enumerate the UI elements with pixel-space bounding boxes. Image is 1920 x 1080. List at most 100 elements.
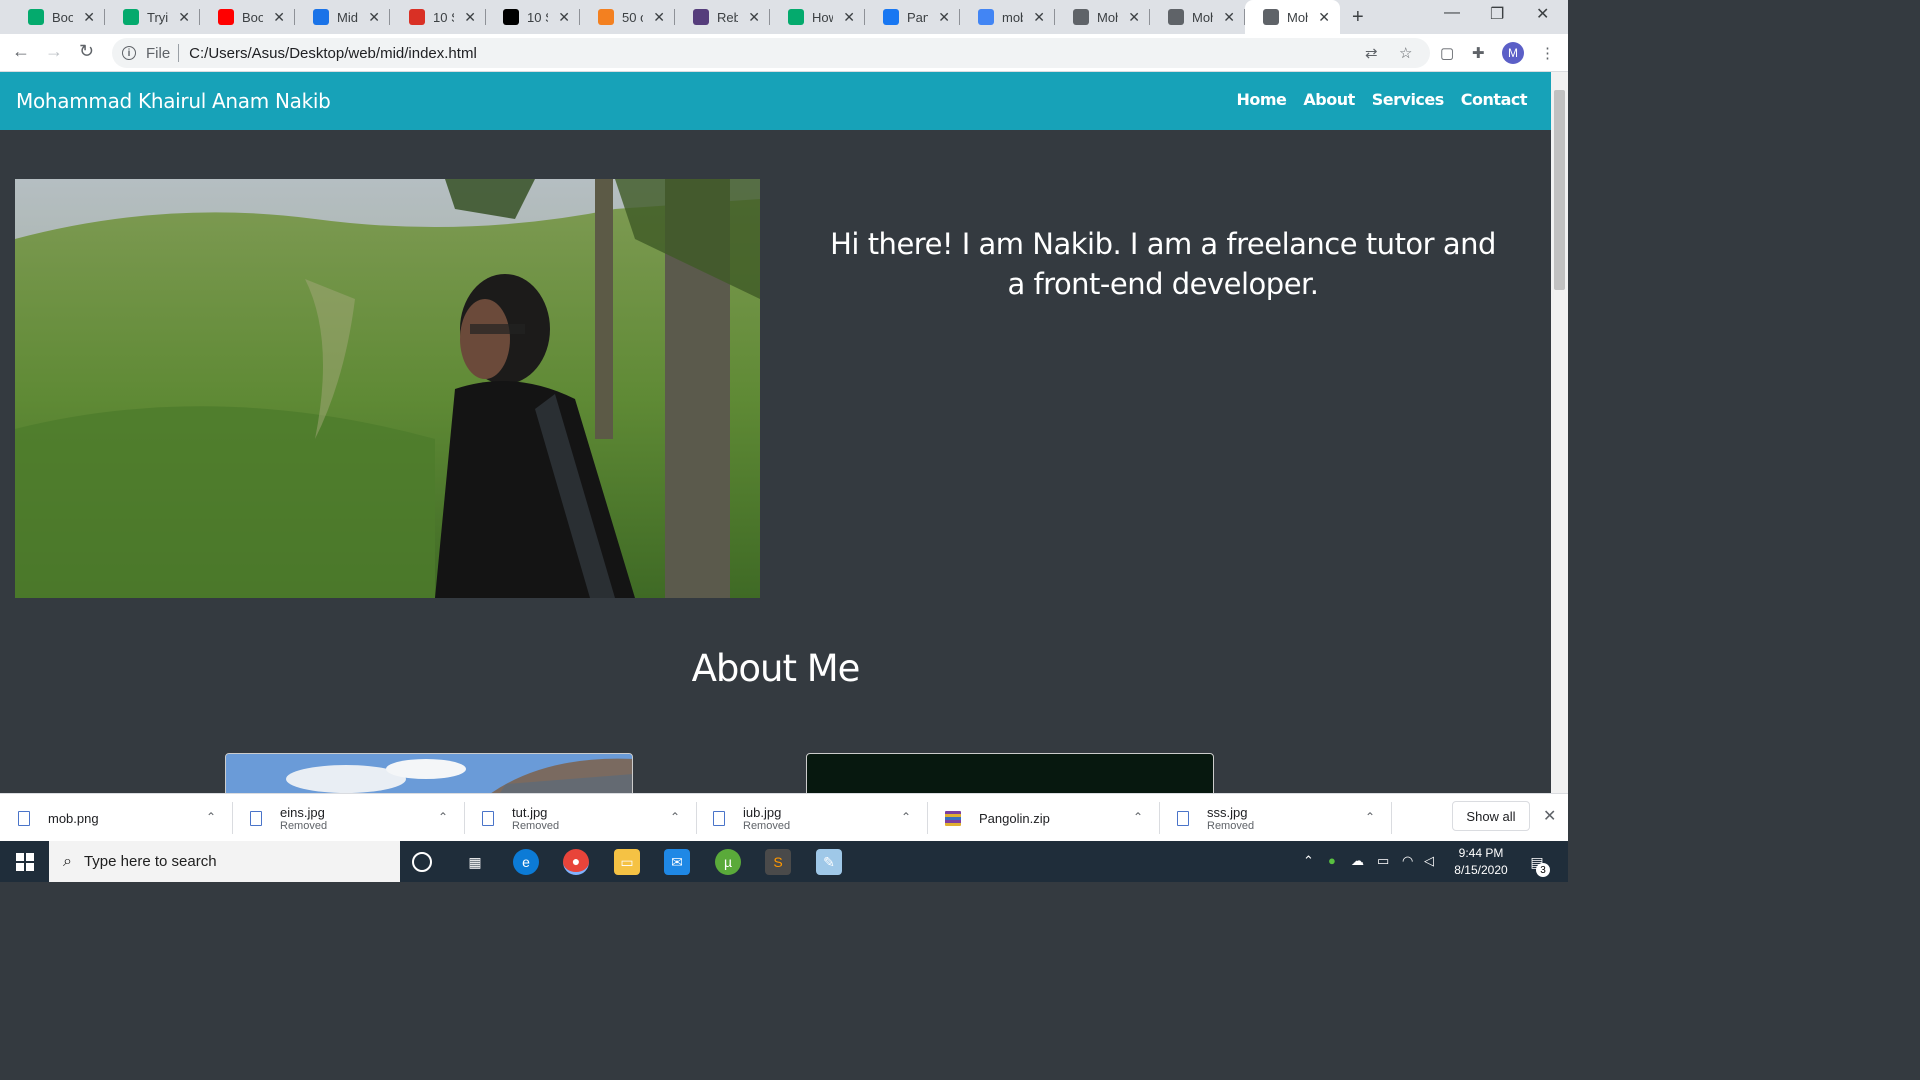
download-item[interactable]: mob.png ⌃ <box>18 794 238 842</box>
close-window-button[interactable]: ✕ <box>1536 4 1549 24</box>
tab-title: 50 of <box>622 9 643 25</box>
nav-link-services[interactable]: Services <box>1372 90 1445 109</box>
browser-tab[interactable]: 50 of ✕ <box>580 0 675 34</box>
chrome-icon[interactable]: ● <box>563 849 589 875</box>
tray-chevron-icon[interactable]: ⌃ <box>1303 853 1314 869</box>
download-item[interactable]: Pangolin.zip ⌃ <box>945 794 1165 842</box>
browser-tab[interactable]: Moha ✕ <box>1055 0 1150 34</box>
browser-tab[interactable]: How ✕ <box>770 0 865 34</box>
browser-tab[interactable]: mobi ✕ <box>960 0 1055 34</box>
download-options-chevron-icon[interactable]: ⌃ <box>670 810 680 824</box>
image-file-icon <box>482 810 494 826</box>
nav-link-contact[interactable]: Contact <box>1461 90 1528 109</box>
close-tab-icon[interactable]: ✕ <box>178 9 190 26</box>
close-tab-icon[interactable]: ✕ <box>1128 9 1140 26</box>
browser-tab[interactable]: Tryit E ✕ <box>105 0 200 34</box>
file-explorer-icon[interactable]: ▭ <box>614 849 640 875</box>
tab-title: Mid T <box>337 9 358 25</box>
wifi-icon[interactable]: ◠ <box>1402 853 1413 869</box>
sublime-text-icon[interactable]: S <box>765 849 791 875</box>
close-tab-icon[interactable]: ✕ <box>748 9 760 26</box>
extensions-puzzle-icon[interactable]: ✚ <box>1472 44 1485 62</box>
paint-icon[interactable]: ✎ <box>816 849 842 875</box>
close-downloads-icon[interactable]: ✕ <box>1543 806 1556 826</box>
forward-arrow-icon[interactable]: → <box>45 41 63 62</box>
download-options-chevron-icon[interactable]: ⌃ <box>206 810 216 824</box>
volume-icon[interactable]: ◁ <box>1424 853 1434 869</box>
browser-tab[interactable]: Mid T ✕ <box>295 0 390 34</box>
close-tab-icon[interactable]: ✕ <box>1318 9 1330 26</box>
page-scrollbar[interactable] <box>1551 72 1568 793</box>
bookmark-star-icon[interactable]: ☆ <box>1399 44 1412 62</box>
close-tab-icon[interactable]: ✕ <box>83 9 95 26</box>
scrollbar-thumb[interactable] <box>1554 90 1565 290</box>
browser-tab[interactable]: Boots ✕ <box>10 0 105 34</box>
download-filename: eins.jpg <box>280 804 325 820</box>
nav-link-home[interactable]: Home <box>1236 90 1286 109</box>
tab-title: How <box>812 9 833 25</box>
w3-icon <box>788 9 804 25</box>
mail-icon[interactable]: ✉ <box>664 849 690 875</box>
download-options-chevron-icon[interactable]: ⌃ <box>1133 810 1143 824</box>
utorrent-icon[interactable]: µ <box>715 849 741 875</box>
browser-tab[interactable]: Boots ✕ <box>200 0 295 34</box>
tab-separator <box>389 9 390 25</box>
browser-tab[interactable]: Rebo ✕ <box>675 0 770 34</box>
download-filename: Pangolin.zip <box>979 810 1050 826</box>
reload-icon[interactable]: ↻ <box>79 41 94 62</box>
nav-link-about[interactable]: About <box>1303 90 1355 109</box>
close-tab-icon[interactable]: ✕ <box>938 9 950 26</box>
back-arrow-icon[interactable]: ← <box>12 41 30 62</box>
browser-tab[interactable]: Moha ✕ <box>1150 0 1245 34</box>
close-tab-icon[interactable]: ✕ <box>843 9 855 26</box>
close-tab-icon[interactable]: ✕ <box>653 9 665 26</box>
browser-tab[interactable]: Moha ✕ <box>1245 0 1340 34</box>
new-tab-button[interactable]: + <box>1352 6 1364 29</box>
image-file-icon <box>1177 810 1189 826</box>
close-tab-icon[interactable]: ✕ <box>368 9 380 26</box>
close-tab-icon[interactable]: ✕ <box>1033 9 1045 26</box>
download-filename: sss.jpg <box>1207 804 1248 820</box>
taskbar-clock[interactable]: 9:44 PM 8/15/2020 <box>1446 845 1516 879</box>
restore-button[interactable]: ❐ <box>1490 4 1504 24</box>
search-icon: ⌕ <box>63 852 72 870</box>
close-tab-icon[interactable]: ✕ <box>1223 9 1235 26</box>
close-tab-icon[interactable]: ✕ <box>464 9 476 26</box>
download-options-chevron-icon[interactable]: ⌃ <box>901 810 911 824</box>
download-options-chevron-icon[interactable]: ⌃ <box>438 810 448 824</box>
close-tab-icon[interactable]: ✕ <box>558 9 570 26</box>
download-filename: tut.jpg <box>512 804 548 820</box>
battery-icon[interactable]: ▭ <box>1377 853 1389 869</box>
extension-box-icon[interactable]: ▢ <box>1440 44 1454 62</box>
url-text[interactable]: C:/Users/Asus/Desktop/web/mid/index.html <box>189 45 477 62</box>
task-view-icon[interactable]: ▦ <box>462 849 488 875</box>
browser-tab[interactable]: 10 St ✕ <box>485 0 580 34</box>
edge-icon[interactable]: e <box>513 849 539 875</box>
download-item[interactable]: iub.jpg Removed ⌃ <box>713 794 933 842</box>
cortana-icon[interactable] <box>412 852 432 872</box>
cloud-icon <box>598 9 614 25</box>
show-all-downloads-button[interactable]: Show all <box>1452 801 1530 831</box>
windows-start-icon[interactable] <box>16 853 34 871</box>
clock-date: 8/15/2020 <box>1454 863 1508 877</box>
site-brand[interactable]: Mohammad Khairul Anam Nakib <box>16 89 331 113</box>
tab-title: Boots <box>52 9 74 25</box>
menu-kebab-icon[interactable]: ⋮ <box>1540 44 1555 62</box>
download-options-chevron-icon[interactable]: ⌃ <box>1365 810 1375 824</box>
download-item[interactable]: eins.jpg Removed ⌃ <box>250 794 470 842</box>
close-tab-icon[interactable]: ✕ <box>273 9 285 26</box>
info-icon[interactable]: i <box>122 46 136 60</box>
onedrive-icon[interactable]: ☁ <box>1351 853 1364 869</box>
translate-icon[interactable]: ⇄ <box>1365 44 1378 62</box>
minimize-button[interactable]: — <box>1444 4 1460 22</box>
profile-avatar[interactable]: M <box>1502 42 1524 64</box>
download-item[interactable]: tut.jpg Removed ⌃ <box>482 794 702 842</box>
tray-utorrent-icon[interactable]: ● <box>1328 853 1336 868</box>
download-item[interactable]: sss.jpg Removed ⌃ <box>1177 794 1397 842</box>
clock-time: 9:44 PM <box>1458 846 1504 860</box>
browser-tab[interactable]: 10 St ✕ <box>391 0 486 34</box>
taskbar-search-box[interactable]: ⌕ Type here to search <box>49 841 400 882</box>
address-bar[interactable]: i File C:/Users/Asus/Desktop/web/mid/ind… <box>112 38 1430 68</box>
browser-tab[interactable]: Pang ✕ <box>865 0 960 34</box>
globe-icon <box>1073 9 1089 25</box>
